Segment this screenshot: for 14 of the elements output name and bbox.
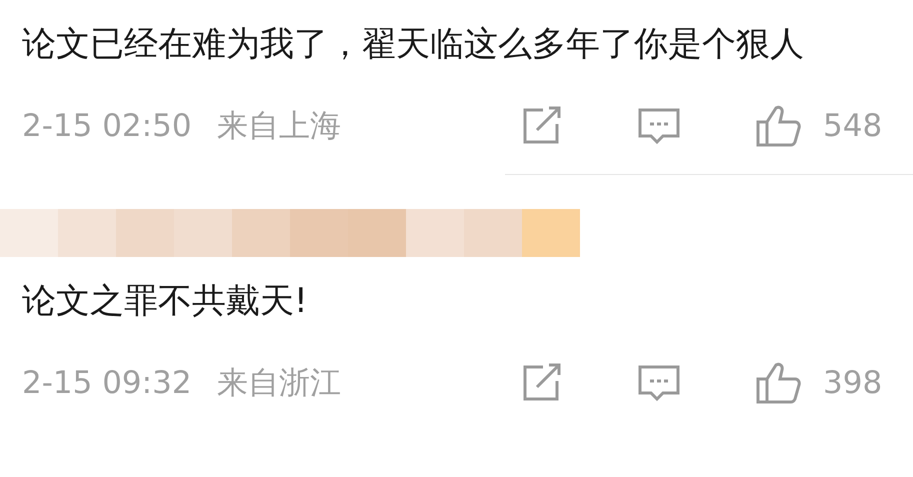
- timestamp: 2-15 09:32: [22, 365, 193, 401]
- comment-text: 论文之罪不共戴天!: [22, 280, 309, 323]
- thumbs-up-icon[interactable]: [755, 104, 803, 148]
- post-source: 来自上海: [217, 107, 342, 146]
- share-icon[interactable]: [521, 363, 563, 403]
- like-count: 548: [823, 108, 882, 144]
- comment-text: 论文已经在难为我了，翟天临这么多年了你是个狠人: [22, 23, 805, 66]
- comment-icon[interactable]: [637, 107, 681, 145]
- like-count: 398: [823, 365, 882, 401]
- thumbs-up-icon[interactable]: [755, 361, 803, 405]
- post-source: 来自浙江: [217, 364, 342, 403]
- comment-icon[interactable]: [637, 364, 681, 402]
- timestamp: 2-15 02:50: [22, 108, 193, 144]
- share-icon[interactable]: [521, 106, 563, 146]
